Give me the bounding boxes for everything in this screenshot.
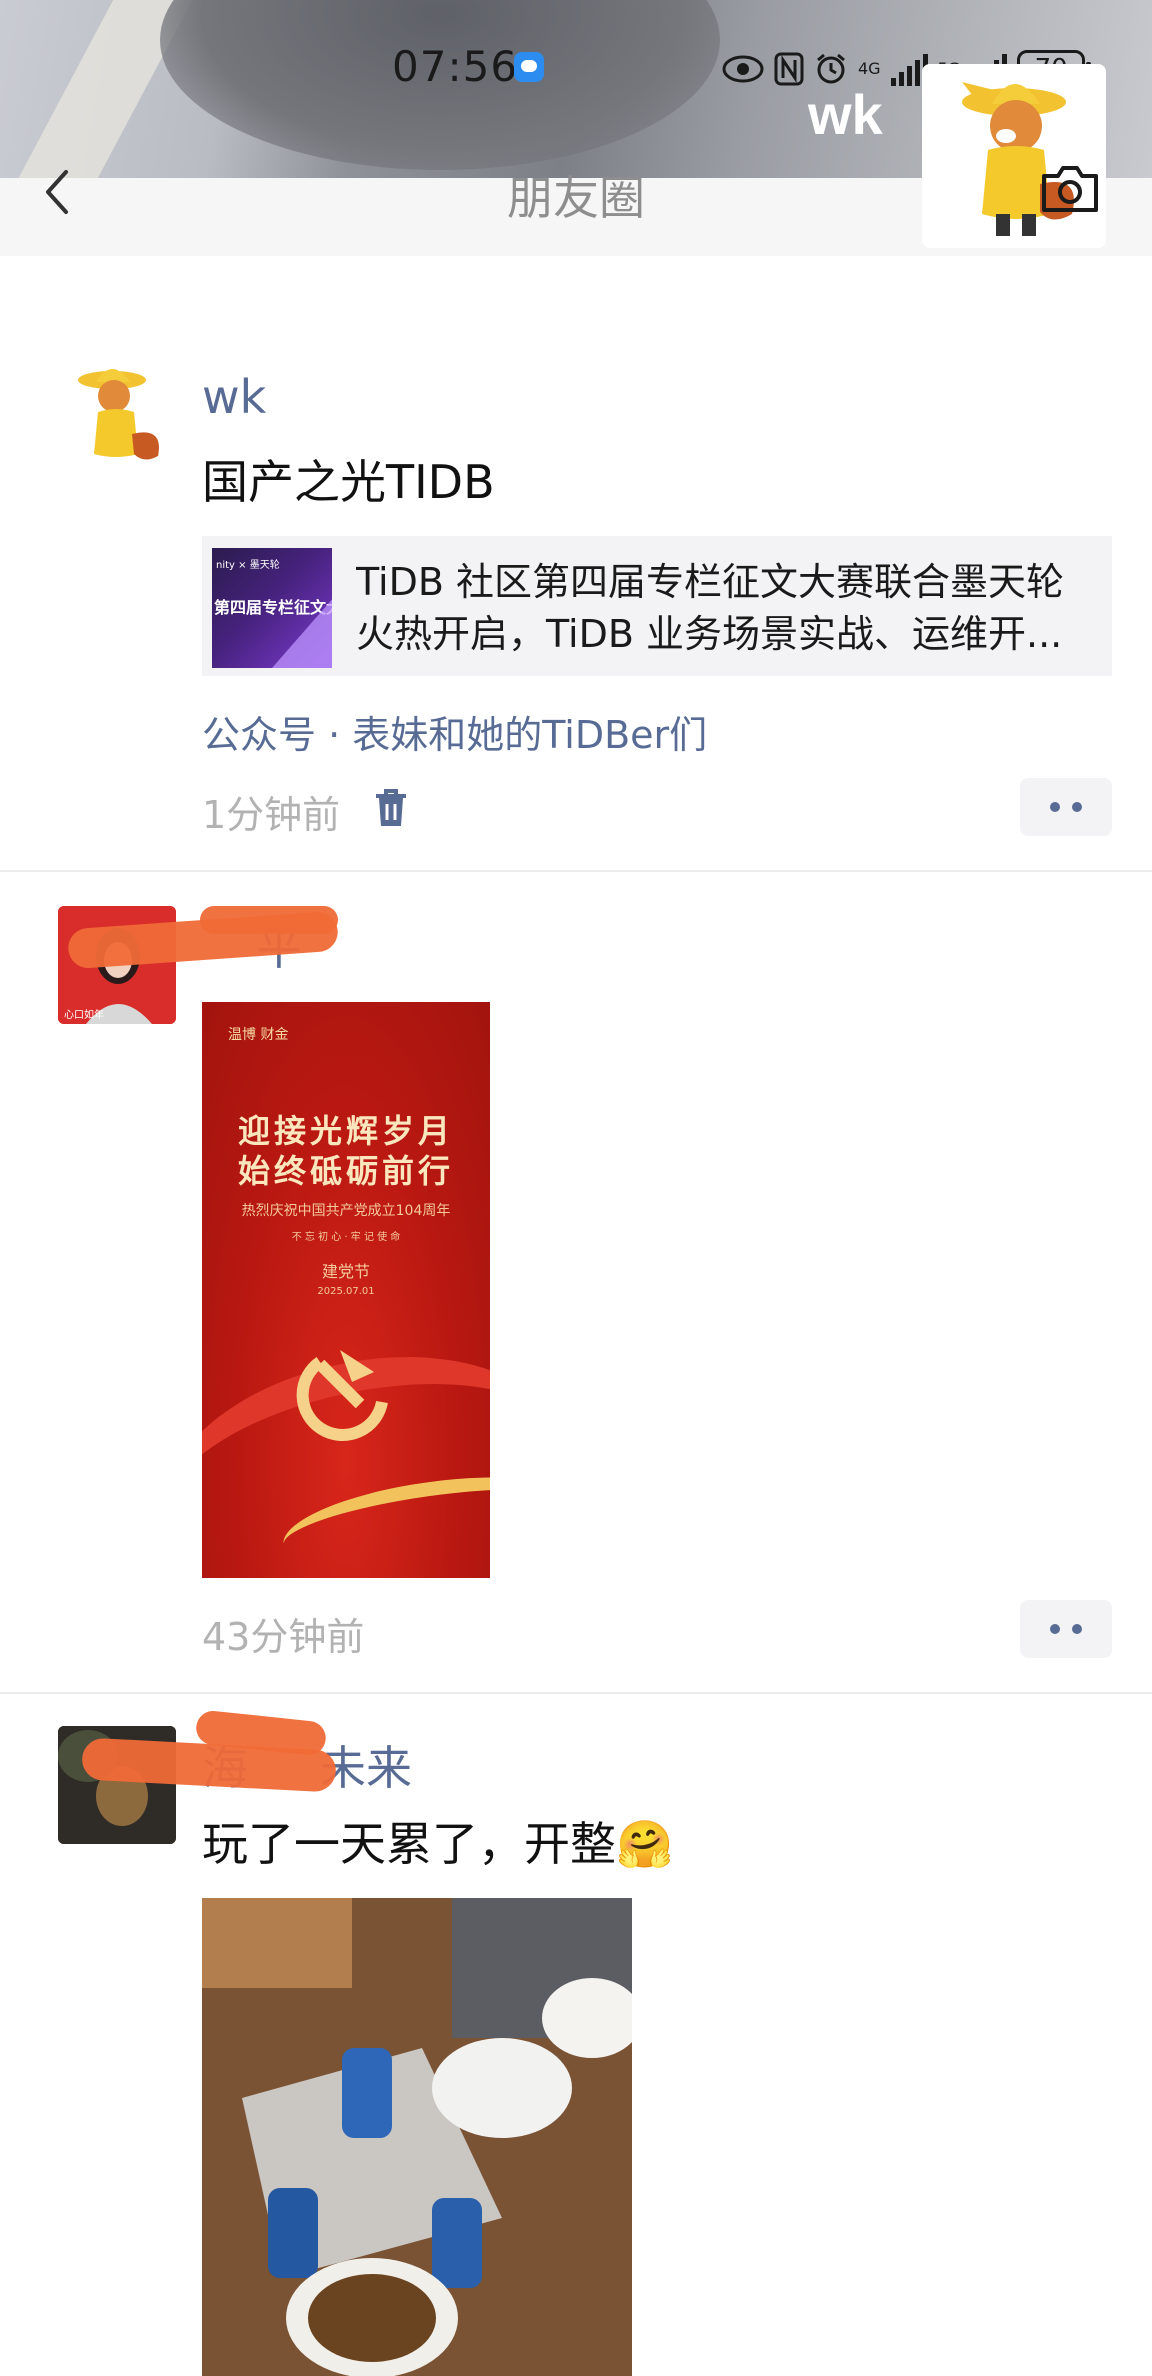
article-title-line2: 火热开启，TiDB 业务场景实战、运维开... [356, 612, 1063, 656]
trash-icon[interactable] [374, 788, 408, 828]
post-image[interactable] [202, 1898, 632, 2376]
message-notification-icon [514, 52, 544, 82]
poster-logo: 温博 财金 [228, 1027, 289, 1043]
thumbnail-decoration [272, 588, 332, 668]
party-emblem-icon [296, 1350, 388, 1441]
camera-icon [1042, 166, 1098, 212]
post-timestamp: 1分钟前 [202, 793, 341, 837]
camera-button[interactable] [1040, 164, 1100, 214]
poster-subtitle: 热烈庆祝中国共产党成立104周年 [241, 1203, 451, 1219]
article-title-line1: TiDB 社区第四届专栏征文大赛联合墨天轮 [356, 560, 1065, 604]
poster-headline-2: 始终砥砺前行 [237, 1152, 454, 1190]
more-options-button[interactable] [1020, 1600, 1112, 1658]
post-image[interactable]: 温博 财金 迎接光辉岁月 始终砥砺前行 热烈庆祝中国共产党成立104周年 不 忘… [202, 1002, 490, 1578]
post-text: 玩了一天累了，开整🤗 [202, 1817, 674, 1871]
post-divider [0, 1692, 1152, 1694]
post-author-name[interactable]: wk [202, 370, 266, 424]
clock: 07:56 [392, 42, 519, 91]
avatar-caption: 心口如年 [64, 1010, 104, 1021]
page-title: 朋友圈 [507, 171, 645, 225]
post-timestamp: 43分钟前 [202, 1615, 365, 1659]
post-text: 国产之光TIDB [202, 455, 495, 509]
network-4g-label: 4G [858, 59, 881, 78]
food-photo [202, 1898, 632, 2376]
fox-avatar-image [58, 358, 176, 476]
thumbnail-caption: nity × 墨天轮 [216, 560, 280, 571]
shared-article-card[interactable]: nity × 墨天轮 第四届专栏征文大 TiDB 社区第四届专栏征文大赛联合墨天… [202, 536, 1112, 676]
cover-username[interactable]: wk [808, 82, 883, 147]
article-title: TiDB 社区第四届专栏征文大赛联合墨天轮 火热开启，TiDB 业务场景实战、运… [356, 556, 1096, 660]
nfc-icon [774, 52, 804, 86]
more-options-button[interactable] [1020, 778, 1112, 836]
poster-tag: 建党节 [321, 1262, 370, 1281]
post-divider [0, 870, 1152, 872]
redaction-scribble [200, 906, 338, 934]
post-author-avatar[interactable] [58, 358, 176, 476]
article-thumbnail: nity × 墨天轮 第四届专栏征文大 [212, 548, 332, 668]
network-4g: 4G [858, 61, 881, 77]
eye-icon [722, 55, 764, 83]
article-source[interactable]: 公众号 · 表妹和她的TiDBer们 [202, 704, 707, 759]
alarm-icon [817, 53, 845, 84]
poster-date: 2025.07.01 [317, 1286, 375, 1297]
poster-slogan: 不 忘 初 心 · 牢 记 使 命 [291, 1232, 401, 1243]
